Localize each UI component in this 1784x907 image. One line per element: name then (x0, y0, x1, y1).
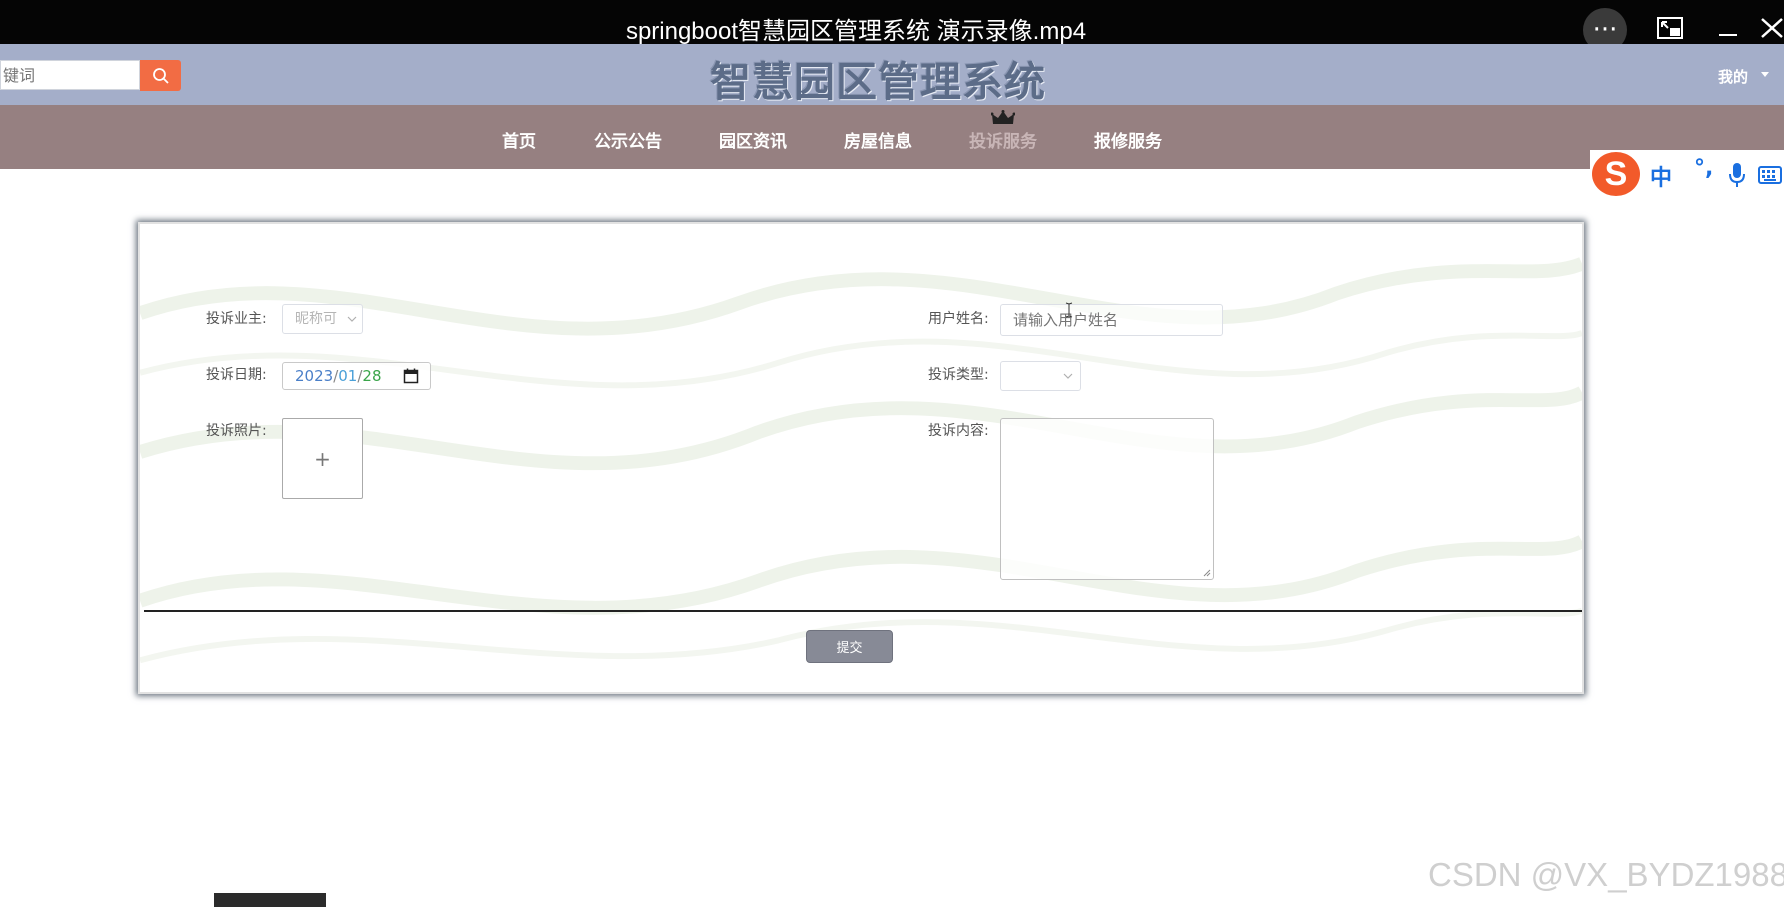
owner-select-placeholder: 昵称可 (295, 311, 337, 327)
date-year: 2023 (295, 367, 334, 385)
close-button[interactable] (1758, 8, 1784, 48)
minimize-button[interactable] (1708, 8, 1748, 48)
sogou-logo-icon[interactable]: S (1592, 152, 1640, 196)
date-month: 01 (338, 367, 358, 385)
type-select[interactable] (1000, 361, 1081, 391)
search-button[interactable] (140, 60, 181, 91)
nav-item-housing[interactable]: 房屋信息 (844, 127, 912, 152)
video-player-titlebar: springboot智慧园区管理系统 演示录像.mp4 ··· (0, 0, 1784, 52)
username-input[interactable] (1000, 304, 1223, 336)
nav-item-complaints[interactable]: 投诉服务 (969, 127, 1037, 152)
video-title: springboot智慧园区管理系统 演示录像.mp4 (625, 18, 1087, 45)
nav-item-announcements[interactable]: 公示公告 (594, 127, 662, 152)
photo-label: 投诉照片: (206, 423, 267, 439)
main-nav: 首页 公示公告 园区资讯 房屋信息 投诉服务 报修服务 (0, 105, 1784, 169)
text-cursor-icon (1065, 302, 1073, 318)
username-label: 用户姓名: (928, 311, 989, 327)
photo-upload[interactable]: + (282, 418, 363, 499)
chevron-down-icon (1063, 373, 1073, 379)
content-label: 投诉内容: (928, 423, 989, 439)
nav-item-repairs[interactable]: 报修服务 (1094, 127, 1162, 152)
crown-icon (991, 110, 1015, 124)
pip-icon (1657, 17, 1683, 39)
picture-in-picture-button[interactable] (1650, 8, 1690, 48)
complaint-form: 投诉业主: 昵称可 用户姓名: 投诉日期: 2023/01/28 投诉类型: 投… (138, 222, 1584, 694)
user-menu[interactable]: 我的 (1718, 66, 1748, 87)
search-input[interactable] (0, 60, 140, 90)
ime-mode-toggle[interactable]: 中 (1650, 160, 1672, 192)
plus-icon: + (314, 446, 331, 471)
owner-label: 投诉业主: (206, 311, 267, 327)
keyboard-icon[interactable] (1758, 166, 1782, 184)
resize-handle-icon[interactable] (1203, 569, 1211, 577)
close-icon (1761, 18, 1783, 38)
owner-select[interactable]: 昵称可 (282, 304, 363, 334)
ime-toolbar: S 中 °, (1590, 150, 1784, 202)
more-icon: ··· (1592, 15, 1618, 45)
nav-item-park-news[interactable]: 园区资讯 (719, 127, 787, 152)
caret-down-icon[interactable] (1761, 72, 1769, 77)
type-label: 投诉类型: (928, 367, 989, 383)
footer-block (214, 893, 326, 907)
site-title: 智慧园区管理系统 (710, 58, 1046, 106)
nav-item-home[interactable]: 首页 (502, 127, 536, 152)
chevron-down-icon (347, 316, 357, 322)
ime-punct-toggle[interactable]: °, (1694, 156, 1713, 181)
date-label: 投诉日期: (206, 367, 267, 383)
date-input[interactable]: 2023/01/28 (282, 362, 431, 390)
minimize-icon (1719, 34, 1737, 36)
date-day: 28 (362, 367, 382, 385)
watermark: CSDN @VX_BYDZ1988 (1428, 856, 1784, 893)
search-icon (152, 67, 169, 84)
content-textarea[interactable] (1000, 418, 1214, 580)
submit-button[interactable]: 提交 (806, 630, 893, 663)
calendar-icon[interactable] (403, 368, 419, 384)
microphone-icon[interactable] (1728, 162, 1746, 188)
site-header: 智慧园区管理系统 我的 (0, 44, 1784, 106)
form-divider (144, 610, 1582, 612)
